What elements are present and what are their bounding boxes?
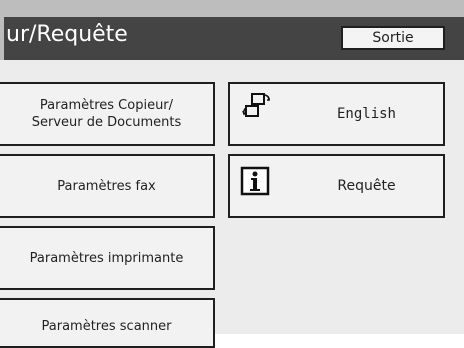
scanner-settings-label: Paramètres scanner bbox=[41, 319, 172, 334]
header: ur/Requête Sortie bbox=[0, 0, 464, 60]
fax-settings-label: Paramètres fax bbox=[57, 178, 156, 194]
inquiry-button[interactable]: Requête bbox=[228, 154, 445, 218]
inquiry-label: Requête bbox=[337, 177, 396, 194]
language-english-label: English bbox=[336, 105, 396, 122]
scanner-settings-button[interactable]: Paramètres scanner bbox=[0, 298, 215, 348]
page-title: ur/Requête bbox=[6, 22, 128, 47]
fax-settings-button[interactable]: Paramètres fax bbox=[0, 154, 215, 218]
settings-panel: ur/Requête Sortie Paramètres Copieur/ Se… bbox=[0, 0, 464, 348]
printer-settings-button[interactable]: Paramètres imprimante bbox=[0, 226, 215, 290]
copier-document-server-settings-label: Paramètres Copieur/ Serveur de Documents bbox=[31, 98, 182, 130]
language-switch-icon bbox=[240, 91, 272, 123]
exit-button[interactable]: Sortie bbox=[341, 26, 445, 50]
language-english-button[interactable]: English bbox=[228, 82, 445, 146]
info-icon bbox=[240, 166, 272, 198]
copier-document-server-settings-button[interactable]: Paramètres Copieur/ Serveur de Documents bbox=[0, 82, 215, 146]
printer-settings-label: Paramètres imprimante bbox=[29, 250, 184, 266]
